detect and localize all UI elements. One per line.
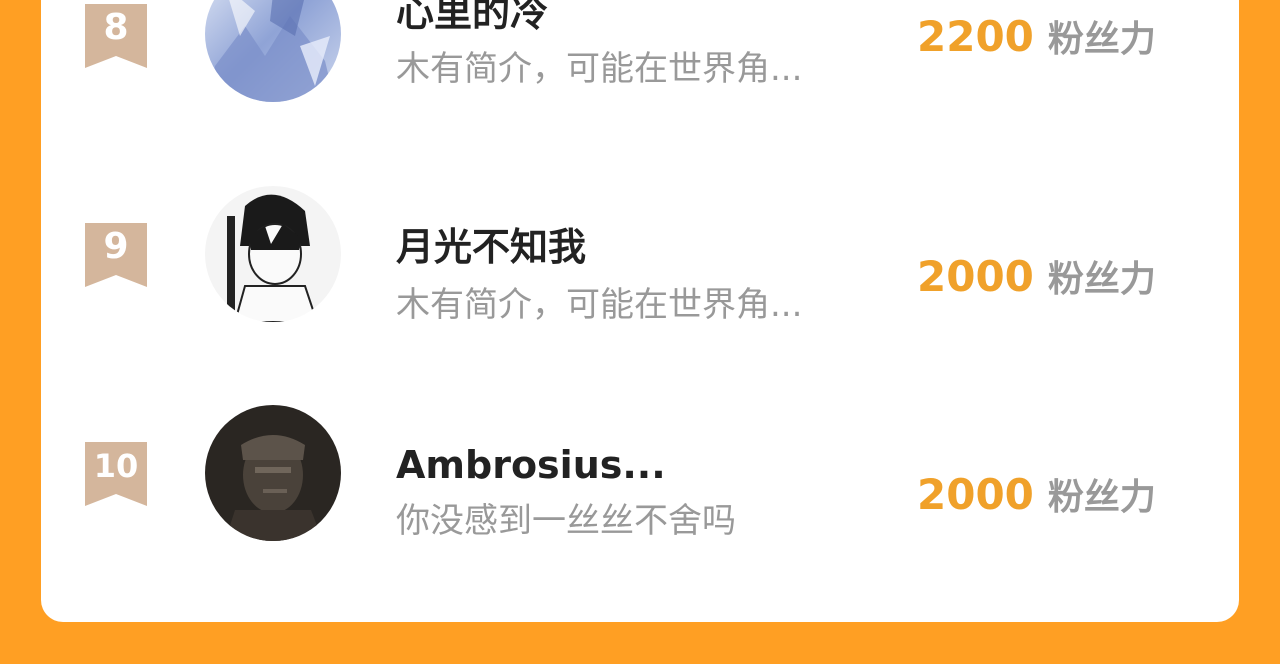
list-item[interactable]: 8 心里的冷 木有简介，可能在世界角... 2200 粉丝力 xyxy=(41,0,1239,102)
rank-number: 9 xyxy=(103,226,129,267)
score-value: 2000 xyxy=(917,252,1034,301)
rank-number: 8 xyxy=(103,7,129,48)
rank-badge: 8 xyxy=(85,4,147,68)
list-item[interactable]: 9 月光不知我 木有简介，可能在世界角... 2000 粉丝力 xyxy=(41,178,1239,325)
user-bio: 你没感到一丝丝不舍吗 xyxy=(396,501,736,541)
dark-portrait-avatar-icon xyxy=(205,405,341,541)
avatar[interactable] xyxy=(205,186,341,322)
score-value: 2000 xyxy=(917,470,1034,519)
user-name[interactable]: 心里的冷 xyxy=(396,0,548,36)
fan-score: 2000 粉丝力 xyxy=(917,472,1156,527)
ranking-card: 8 心里的冷 木有简介，可能在世界角... 2200 粉丝力 9 月光不知我 木… xyxy=(41,0,1239,622)
score-unit: 粉丝力 xyxy=(1047,19,1156,60)
rank-badge: 9 xyxy=(85,223,147,287)
list-item[interactable]: 10 Ambrosius... 你没感到一丝丝不舍吗 2000 粉丝力 xyxy=(41,396,1239,541)
user-name[interactable]: 月光不知我 xyxy=(396,224,586,270)
score-unit: 粉丝力 xyxy=(1047,477,1156,518)
manga-boy-avatar-icon xyxy=(205,186,341,322)
fan-score: 2000 粉丝力 xyxy=(917,254,1156,309)
rank-number: 10 xyxy=(93,447,139,485)
fan-score: 2200 粉丝力 xyxy=(917,14,1156,69)
avatar[interactable] xyxy=(205,0,341,102)
user-bio: 木有简介，可能在世界角... xyxy=(396,49,803,89)
user-name[interactable]: Ambrosius... xyxy=(396,442,666,488)
avatar[interactable] xyxy=(205,405,341,541)
anime-blue-avatar-icon xyxy=(205,0,341,102)
score-value: 2200 xyxy=(917,12,1034,61)
rank-badge: 10 xyxy=(85,442,147,506)
score-unit: 粉丝力 xyxy=(1047,259,1156,300)
user-bio: 木有简介，可能在世界角... xyxy=(396,285,803,325)
